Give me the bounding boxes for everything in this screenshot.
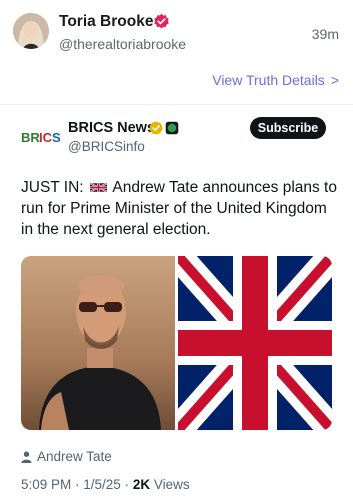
photo-man-sunglasses[interactable] (21, 256, 175, 430)
verified-badge-icon (154, 13, 169, 29)
photo-image (21, 256, 175, 430)
post-meta-date: 1/5/25 (83, 477, 121, 492)
tagged-person[interactable]: Andrew Tate (21, 449, 112, 464)
chevron-right-icon: > (330, 72, 339, 88)
views-count: 2K (132, 477, 151, 492)
post-header: Toria Brooke @therealtoriabrooke 39m (0, 0, 353, 64)
post-text: JUST IN: Andrew Tate announces plans to … (21, 177, 341, 240)
svg-text:BR: BR (21, 130, 40, 145)
source-handle[interactable]: @BRICSinfo (68, 139, 145, 154)
affiliate-badge-icon (165, 121, 179, 135)
subscribe-button[interactable]: Subscribe (250, 117, 326, 139)
view-truth-details-label: View Truth Details (212, 72, 325, 88)
post-meta-time: 5:09 PM (21, 477, 72, 492)
post-time: 39m (311, 26, 339, 42)
embedded-post-card[interactable]: BR IC S BRICS News @BRICSinfo Subscribe … (0, 104, 353, 500)
avatar-image (13, 13, 49, 49)
svg-text:S: S (52, 130, 61, 145)
tagged-person-name: Andrew Tate (37, 449, 112, 464)
source-name[interactable]: BRICS News (68, 120, 155, 136)
media-grid[interactable] (21, 256, 332, 430)
union-jack-flag-icon (89, 182, 107, 193)
person-icon (21, 451, 32, 463)
view-truth-details-link[interactable]: View Truth Details > (212, 72, 339, 88)
author-handle[interactable]: @therealtoriabrooke (59, 36, 186, 52)
author-name[interactable]: Toria Brooke (59, 13, 153, 31)
photo-union-jack[interactable] (167, 256, 332, 430)
avatar[interactable] (13, 13, 49, 49)
svg-text:IC: IC (39, 130, 53, 145)
views-label: Views (153, 477, 190, 492)
post-meta: 5:09 PM · 1/5/25 · 2K Views (21, 477, 190, 492)
post-text-prefix: JUST IN: (21, 179, 84, 196)
brics-logo: BR IC S (21, 130, 61, 145)
gold-verified-badge-icon (149, 121, 163, 135)
union-jack-image (167, 256, 332, 430)
